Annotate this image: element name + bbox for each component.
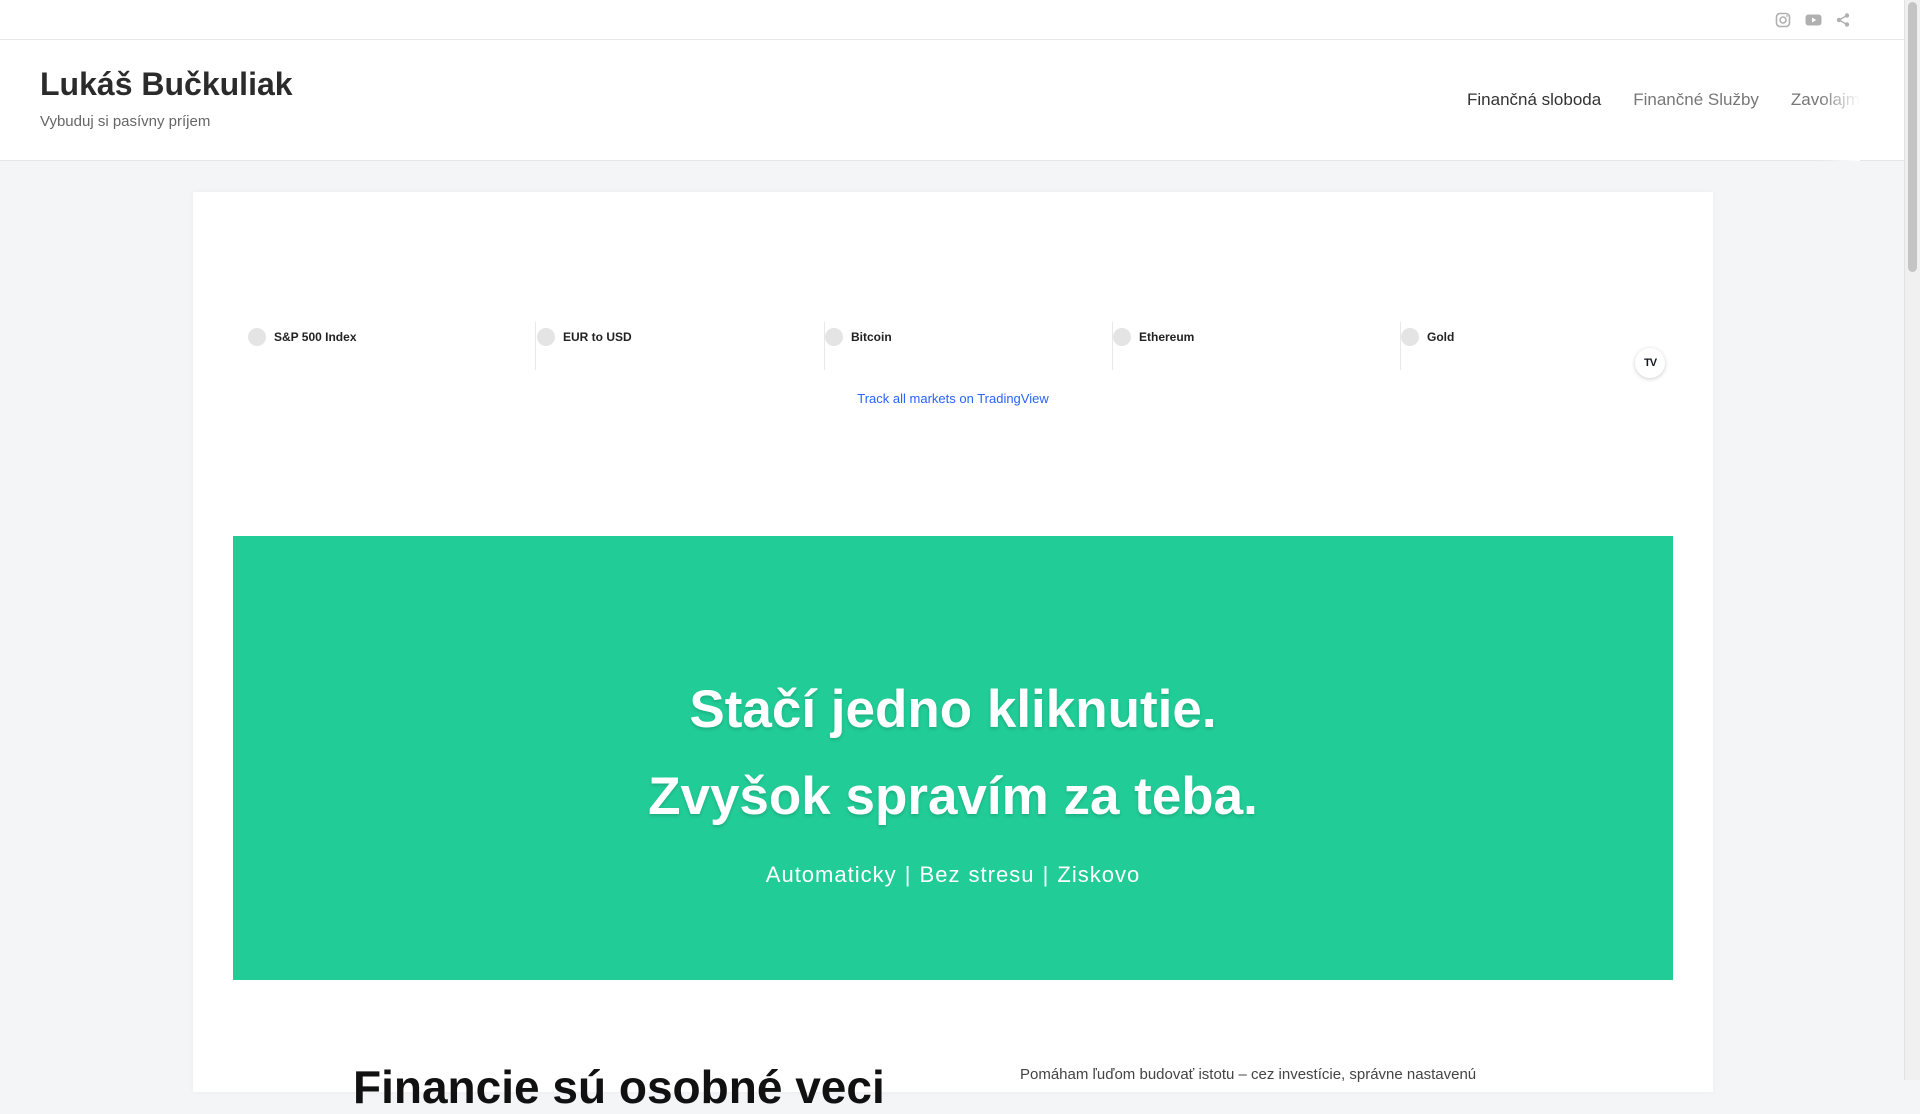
ticker-label: S&P 500 Index — [274, 330, 357, 344]
ticker-logo-icon — [1401, 328, 1419, 346]
ticker-item-ethereum[interactable]: Ethereum — [1113, 322, 1401, 370]
tradingview-logo-icon[interactable]: TV — [1635, 348, 1665, 378]
instagram-icon[interactable] — [1774, 11, 1792, 29]
top-bar — [0, 0, 1904, 40]
ticker-logo-icon — [537, 328, 555, 346]
ticker-item-bitcoin[interactable]: Bitcoin — [825, 322, 1113, 370]
ticker-logo-icon — [1113, 328, 1131, 346]
ticker-label: Gold — [1427, 330, 1455, 344]
hero-banner: Stačí jedno kliknutie. Zvyšok spravím za… — [233, 536, 1673, 980]
nav-item-financna-sloboda[interactable]: Finančná sloboda — [1467, 90, 1601, 110]
ticker-label: Ethereum — [1139, 330, 1195, 344]
nav-item-financne-sluzby[interactable]: Finančné Služby — [1633, 90, 1759, 110]
hero-heading-line2: Zvyšok spravím za teba. — [648, 767, 1258, 826]
hero-subtitle: Automaticky | Bez stresu | Ziskovo — [765, 862, 1141, 887]
scrollbar-thumb[interactable] — [1908, 2, 1917, 272]
main-nav-items: Finančná sloboda Finančné Služby Zavolaj… — [1467, 90, 1860, 110]
share-icon[interactable] — [1834, 11, 1852, 29]
ticker-item-sp500[interactable]: S&P 500 Index — [248, 322, 536, 370]
youtube-icon[interactable] — [1804, 11, 1822, 29]
tradingview-ticker: S&P 500 Index EUR to USD Bitcoin Ethereu… — [248, 322, 1688, 378]
nav-overflow-fade — [1820, 40, 1860, 161]
social-links — [1774, 11, 1852, 29]
content-card: S&P 500 Index EUR to USD Bitcoin Ethereu… — [193, 192, 1713, 1113]
ticker-logo-icon — [825, 328, 843, 346]
intro-heading: Financie sú osobné veci — [353, 1061, 885, 1113]
ticker-logo-icon — [248, 328, 266, 346]
page-scrollbar[interactable] — [1904, 0, 1920, 1080]
site-tagline: Vybuduj si pasívny príjem — [40, 113, 211, 130]
site-title[interactable]: Lukáš Bučkuliak — [40, 66, 293, 103]
main-nav: Finančná sloboda Finančné Služby Zavolaj… — [1440, 40, 1860, 161]
ticker-item-eurusd[interactable]: EUR to USD — [537, 322, 825, 370]
tradingview-link[interactable]: Track all markets on TradingView — [857, 391, 1048, 406]
intro-text: Pomáham ľuďom budovať istotu – cez inves… — [1020, 1066, 1477, 1083]
ticker-label: Bitcoin — [851, 330, 892, 344]
hero-heading-line1: Stačí jedno kliknutie. — [689, 680, 1217, 739]
tradingview-link-row: Track all markets on TradingView — [193, 391, 1713, 406]
site-header: Lukáš Bučkuliak Vybuduj si pasívny príje… — [0, 40, 1904, 161]
ticker-label: EUR to USD — [563, 330, 632, 344]
